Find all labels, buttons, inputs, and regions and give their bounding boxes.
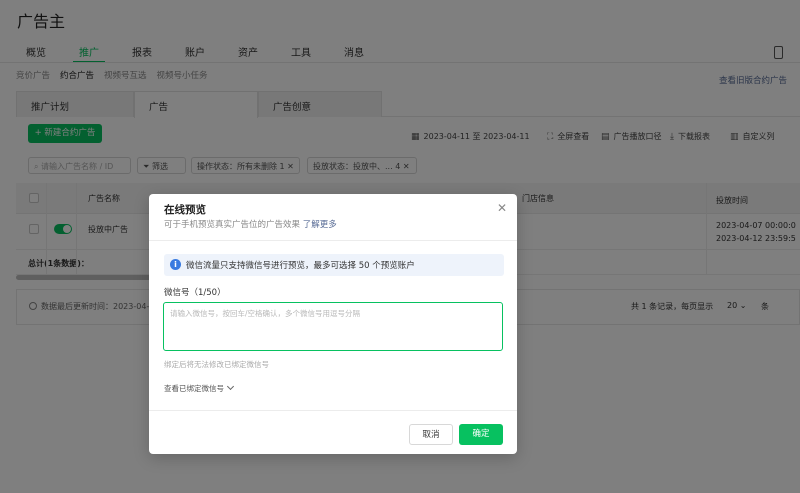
dialog-subtitle: 可于手机预览真实广告位的广告效果 了解更多 [164,218,337,230]
dialog-header-divider [149,240,517,241]
online-preview-dialog: 在线预览 可于手机预览真实广告位的广告效果 了解更多 ✕ i 微信流量只支持微信… [149,194,517,454]
dialog-title: 在线预览 [164,204,206,216]
confirm-button[interactable]: 确定 [459,424,503,445]
close-icon[interactable]: ✕ [497,201,507,215]
learn-more-link[interactable]: 了解更多 [303,220,337,230]
cancel-button[interactable]: 取消 [409,424,453,445]
dialog-subtitle-text: 可于手机预览真实广告位的广告效果 [164,220,301,230]
info-text: 微信流量只支持微信号进行预览，最多可选择 50 个预览账户 [186,261,415,271]
info-icon: i [170,259,181,270]
info-banner: i 微信流量只支持微信号进行预览，最多可选择 50 个预览账户 [164,254,504,276]
wechat-id-input[interactable] [163,302,503,351]
chevron-down-icon [226,382,235,391]
bind-hint: 绑定后将无法修改已绑定微信号 [164,360,269,369]
view-bound-wechat-link[interactable]: 查看已绑定微信号 [164,382,235,394]
wechat-id-label: 微信号（1/50） [164,288,226,298]
view-bound-text: 查看已绑定微信号 [164,384,224,393]
dialog-footer-divider [149,410,517,411]
